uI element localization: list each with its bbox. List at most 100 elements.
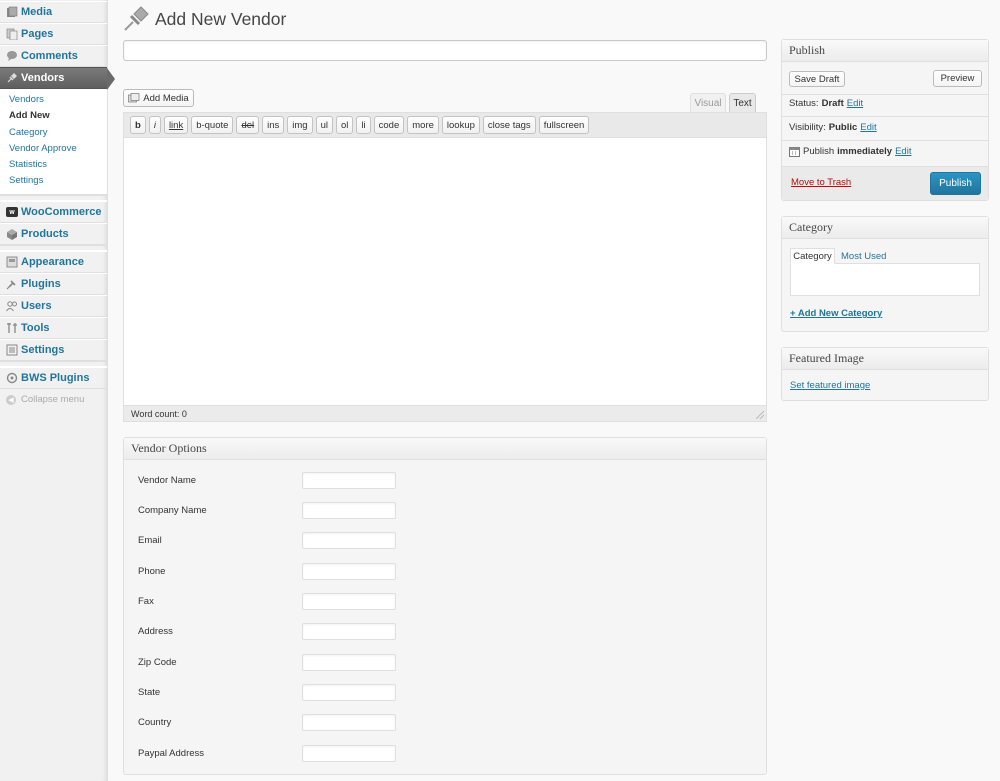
add-media-label: Add Media [143, 92, 189, 104]
move-to-trash-link[interactable]: Move to Trash [791, 177, 851, 188]
svg-text:W: W [9, 210, 15, 216]
settings-icon [6, 344, 18, 356]
submenu-statistics[interactable]: Statistics [0, 157, 107, 173]
submenu-vendor-approve[interactable]: Vendor Approve [0, 141, 107, 157]
category-box: Category Category Most Used + Add New Ca… [781, 216, 989, 332]
menu-item-plugins[interactable]: Plugins [0, 272, 107, 295]
submenu-category[interactable]: Category [0, 125, 107, 141]
menu-item-label: Vendors [21, 72, 65, 84]
field-phone: Phone [138, 562, 396, 580]
tab-visual[interactable]: Visual [690, 93, 726, 112]
menu-item-vendors[interactable]: Vendors [0, 67, 115, 90]
menu-item-pages[interactable]: Pages [0, 23, 107, 45]
edit-status-link[interactable]: Edit [847, 98, 863, 109]
qt-ol-button[interactable]: ol [336, 116, 354, 134]
qt-ins-button[interactable]: ins [262, 116, 285, 134]
qt-code-button[interactable]: code [373, 116, 405, 134]
menu-item-users[interactable]: Users [0, 294, 107, 317]
email-input[interactable] [302, 531, 396, 549]
menu-item-label: Settings [21, 343, 65, 356]
menu-item-products[interactable]: Products [0, 222, 107, 245]
qt-ul-button[interactable]: ul [315, 116, 333, 134]
set-featured-image-link[interactable]: Set featured image [790, 380, 870, 391]
menu-item-appearance[interactable]: Appearance [0, 250, 107, 273]
add-media-icon [128, 93, 140, 103]
pages-icon [6, 28, 18, 40]
fax-input[interactable] [302, 592, 396, 610]
country-input[interactable] [302, 713, 396, 731]
vendor-name-input[interactable] [302, 471, 396, 489]
qt-link-button[interactable]: link [163, 116, 189, 134]
add-media-button[interactable]: Add Media [123, 89, 194, 107]
field-label: Company Name [138, 504, 207, 516]
address-input[interactable] [302, 622, 396, 640]
menu-item-tools[interactable]: Tools [0, 316, 107, 339]
qt-close-tags-button[interactable]: close tags [482, 116, 536, 134]
state-input[interactable] [302, 683, 396, 701]
status-label: Status: [789, 98, 819, 109]
content-textarea[interactable] [124, 138, 766, 405]
submenu-add-new[interactable]: Add New [0, 108, 107, 124]
visibility-value: Public [828, 122, 858, 133]
qt-img-button[interactable]: img [287, 116, 313, 134]
submenu-vendors[interactable]: Vendors [0, 92, 107, 108]
media-icon [6, 6, 18, 18]
tab-category-all[interactable]: Category [790, 248, 835, 264]
edit-visibility-link[interactable]: Edit [860, 122, 876, 133]
field-label: Phone [138, 565, 166, 577]
divider [782, 116, 988, 117]
resize-handle[interactable] [756, 411, 764, 419]
menu-item-label: Products [21, 227, 69, 240]
publish-box: Publish Save Draft Preview Status: Draft… [781, 39, 989, 201]
qt-more-button[interactable]: more [407, 116, 439, 134]
field-country: Country [138, 713, 396, 731]
vendor-title-input[interactable] [123, 40, 767, 61]
field-company-name: Company Name [138, 501, 396, 519]
plugins-icon [6, 278, 18, 290]
collapse-menu-label: Collapse menu [21, 394, 85, 406]
post-visibility: Visibility: Public Edit [789, 122, 877, 133]
qt-lookup-button[interactable]: lookup [441, 116, 480, 134]
qt-blockquote-button[interactable]: b-quote [191, 116, 234, 134]
zip-code-input[interactable] [302, 653, 396, 671]
menu-item-woocommerce[interactable]: W WooCommerce [0, 200, 107, 223]
paypal-address-input[interactable] [302, 744, 396, 762]
appearance-icon [6, 256, 18, 268]
collapse-menu[interactable]: ◀ Collapse menu [0, 389, 107, 411]
featured-image-box: Featured Image Set featured image [781, 347, 989, 401]
add-new-category-link[interactable]: + Add New Category [790, 308, 882, 319]
preview-button[interactable]: Preview [933, 70, 982, 87]
submenu-settings[interactable]: Settings [0, 173, 107, 189]
qt-li-button[interactable]: li [356, 116, 371, 134]
phone-input[interactable] [302, 562, 396, 580]
qt-bold-button[interactable]: b [130, 116, 146, 134]
vendor-options-box: Vendor Options Vendor Name Company Name … [123, 437, 767, 775]
editor-status-bar: Word count: 0 [124, 405, 766, 421]
field-label: Fax [138, 595, 154, 607]
tab-category-most-used[interactable]: Most Used [841, 248, 886, 264]
field-label: Email [138, 534, 162, 546]
qt-italic-button[interactable]: i [148, 116, 161, 134]
menu-item-media[interactable]: Media [0, 1, 107, 23]
vendor-options-title: Vendor Options [124, 438, 766, 460]
qt-fullscreen-button[interactable]: fullscreen [538, 116, 590, 134]
products-icon [6, 228, 18, 240]
tab-text[interactable]: Text [729, 93, 756, 113]
vendors-submenu: Vendors Add New Category Vendor Approve … [0, 89, 107, 195]
qt-del-button[interactable]: del [236, 116, 260, 134]
menu-item-label: Plugins [21, 277, 61, 290]
field-fax: Fax [138, 592, 396, 610]
page-header: Add New Vendor [123, 5, 286, 33]
field-email: Email [138, 531, 396, 549]
save-draft-button[interactable]: Save Draft [789, 71, 845, 87]
content-editor: b i link b-quote del ins img ul ol li co… [123, 112, 767, 422]
menu-item-bws-plugins[interactable]: BWS Plugins [0, 366, 107, 389]
woocommerce-icon: W [6, 206, 18, 218]
menu-item-settings[interactable]: Settings [0, 338, 107, 361]
field-label: Country [138, 716, 172, 728]
company-name-input[interactable] [302, 501, 396, 519]
menu-item-comments[interactable]: Comments [0, 45, 107, 67]
menu-item-label: BWS Plugins [21, 371, 90, 384]
edit-publish-time-link[interactable]: Edit [895, 146, 911, 157]
publish-button[interactable]: Publish [930, 172, 981, 195]
